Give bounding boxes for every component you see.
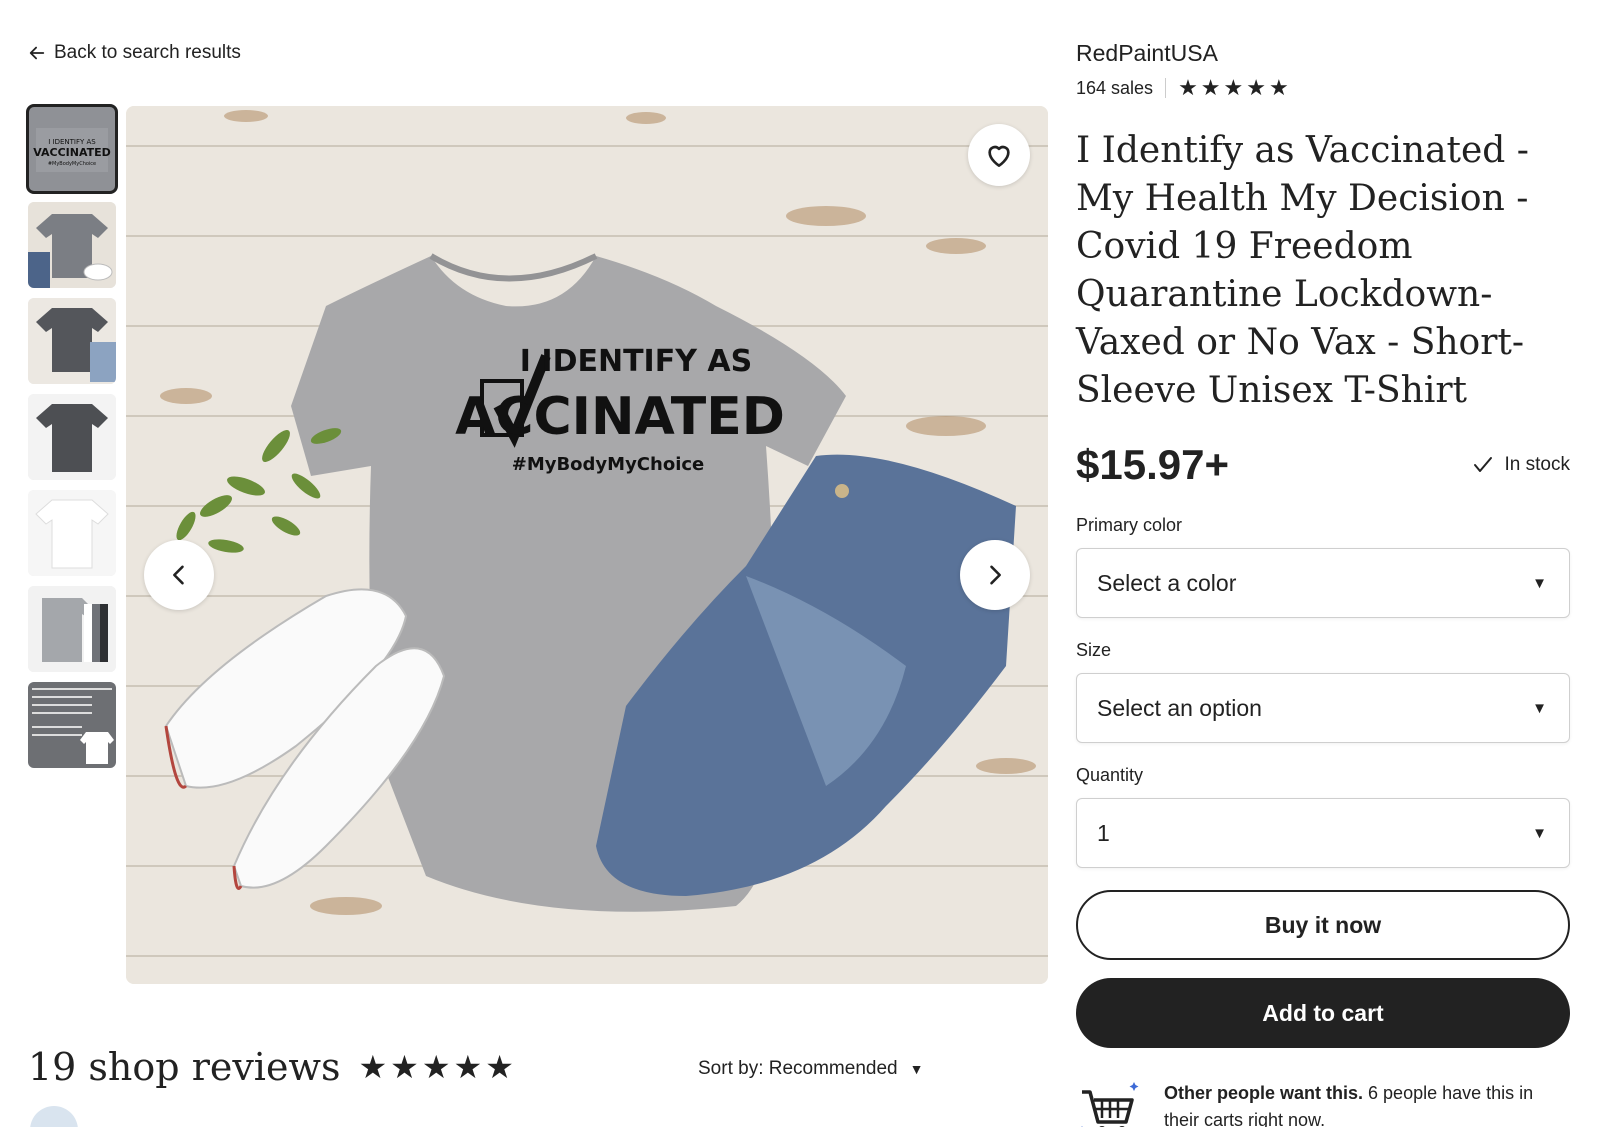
quantity-select[interactable]: 1 ▼: [1076, 798, 1570, 868]
shop-sales-count: 164 sales: [1076, 77, 1154, 98]
thumbnail-2[interactable]: [28, 202, 116, 288]
thumbnail-5[interactable]: [28, 490, 116, 576]
listing-title: I Identify as Vaccinated - My Health My …: [1076, 130, 1529, 411]
star-icon: ★: [453, 1049, 483, 1085]
reviews-header: 19 shop reviews ★ ★ ★ ★ ★: [28, 1045, 514, 1089]
next-image-button[interactable]: [960, 540, 1030, 610]
caret-down-icon: ▼: [1532, 824, 1547, 842]
svg-text:#MyBodyMyChoice: #MyBodyMyChoice: [48, 161, 96, 167]
color-select[interactable]: Select a color ▼: [1076, 548, 1570, 618]
product-details-panel: RedPaintUSA 164 sales ★ ★ ★ ★ ★ I Identify a…: [1076, 40, 1570, 1127]
svg-text:I IDENTIFY AS: I IDENTIFY AS: [48, 138, 96, 146]
shop-rating-stars[interactable]: ★ ★ ★ ★ ★: [1178, 77, 1289, 99]
quantity-select-value: 1: [1097, 819, 1110, 846]
back-label: Back to search results: [54, 42, 241, 63]
thumbnail-6[interactable]: [28, 586, 116, 672]
stock-status: In stock: [1471, 453, 1570, 477]
star-icon: ★: [1246, 75, 1266, 100]
star-icon: ★: [390, 1049, 419, 1085]
previous-image-button[interactable]: [144, 540, 214, 610]
star-icon: ★: [358, 1049, 388, 1085]
star-icon: ★: [1200, 75, 1221, 100]
thumbnail-1[interactable]: I IDENTIFY AS VACCINATED #MyBodyMyChoice: [26, 104, 118, 194]
shop-name-link[interactable]: RedPaintUSA: [1076, 40, 1570, 67]
size-select[interactable]: Select an option ▼: [1076, 673, 1570, 743]
back-to-search-link[interactable]: Back to search results: [28, 42, 241, 64]
demand-bold: Other people want this.: [1164, 1083, 1364, 1103]
svg-text:#MyBodyMyChoice: #MyBodyMyChoice: [512, 454, 705, 475]
reviews-title: 19 shop reviews: [28, 1045, 341, 1089]
size-select-value: Select an option: [1097, 694, 1262, 721]
favorite-button[interactable]: [968, 124, 1030, 186]
demand-text: Other people want this. 6 people have th…: [1164, 1076, 1570, 1127]
svg-text:ACCINATED: ACCINATED: [455, 387, 785, 447]
thumbnail-3[interactable]: [28, 298, 116, 384]
caret-down-icon: ▼: [909, 1061, 924, 1077]
star-icon: ★: [1223, 75, 1244, 100]
demand-notice: Other people want this. 6 people have th…: [1076, 1076, 1570, 1127]
sort-label: Sort by: Recommended: [698, 1058, 898, 1079]
chevron-right-icon: [990, 565, 1001, 585]
shopping-cart-icon: [1081, 1082, 1139, 1127]
svg-text:I IDENTIFY AS: I IDENTIFY AS: [520, 344, 752, 379]
reviewer-avatar: [30, 1106, 78, 1127]
reviews-rating-stars: ★ ★ ★ ★ ★: [358, 1051, 513, 1083]
heart-icon: [988, 145, 1010, 167]
star-icon: ★: [421, 1049, 451, 1085]
thumbnail-7[interactable]: [28, 682, 116, 768]
star-icon: ★: [1269, 75, 1289, 100]
thumbnail-strip: I IDENTIFY AS VACCINATED #MyBodyMyChoice: [26, 104, 118, 768]
size-label: Size: [1076, 640, 1112, 660]
main-product-image: I IDENTIFY AS ACCINATED #MyBodyMyChoice: [126, 106, 1048, 984]
arrow-left-icon: [29, 46, 45, 60]
divider: [1165, 78, 1167, 98]
svg-text:VACCINATED: VACCINATED: [33, 146, 111, 159]
color-label: Primary color: [1076, 515, 1183, 535]
buy-it-now-button[interactable]: Buy it now: [1076, 890, 1570, 960]
checkmark-icon: [1473, 457, 1492, 472]
caret-down-icon: ▼: [1532, 574, 1547, 592]
star-icon: ★: [1178, 75, 1198, 100]
add-to-cart-button[interactable]: Add to cart: [1076, 978, 1570, 1048]
listing-price: $15.97+: [1076, 441, 1229, 488]
chevron-left-icon: [173, 565, 184, 585]
color-select-value: Select a color: [1097, 569, 1237, 596]
thumbnail-4[interactable]: [28, 394, 116, 480]
price-row: $15.97+ In stock: [1076, 441, 1570, 489]
caret-down-icon: ▼: [1532, 699, 1547, 717]
star-icon: ★: [485, 1049, 514, 1085]
stock-label: In stock: [1504, 454, 1570, 475]
shop-meta: 164 sales ★ ★ ★ ★ ★: [1076, 77, 1570, 99]
product-photo: I IDENTIFY AS ACCINATED #MyBodyMyChoice: [126, 106, 1048, 984]
quantity-label: Quantity: [1076, 765, 1144, 785]
sort-dropdown[interactable]: Sort by: Recommended ▼: [698, 1058, 923, 1080]
